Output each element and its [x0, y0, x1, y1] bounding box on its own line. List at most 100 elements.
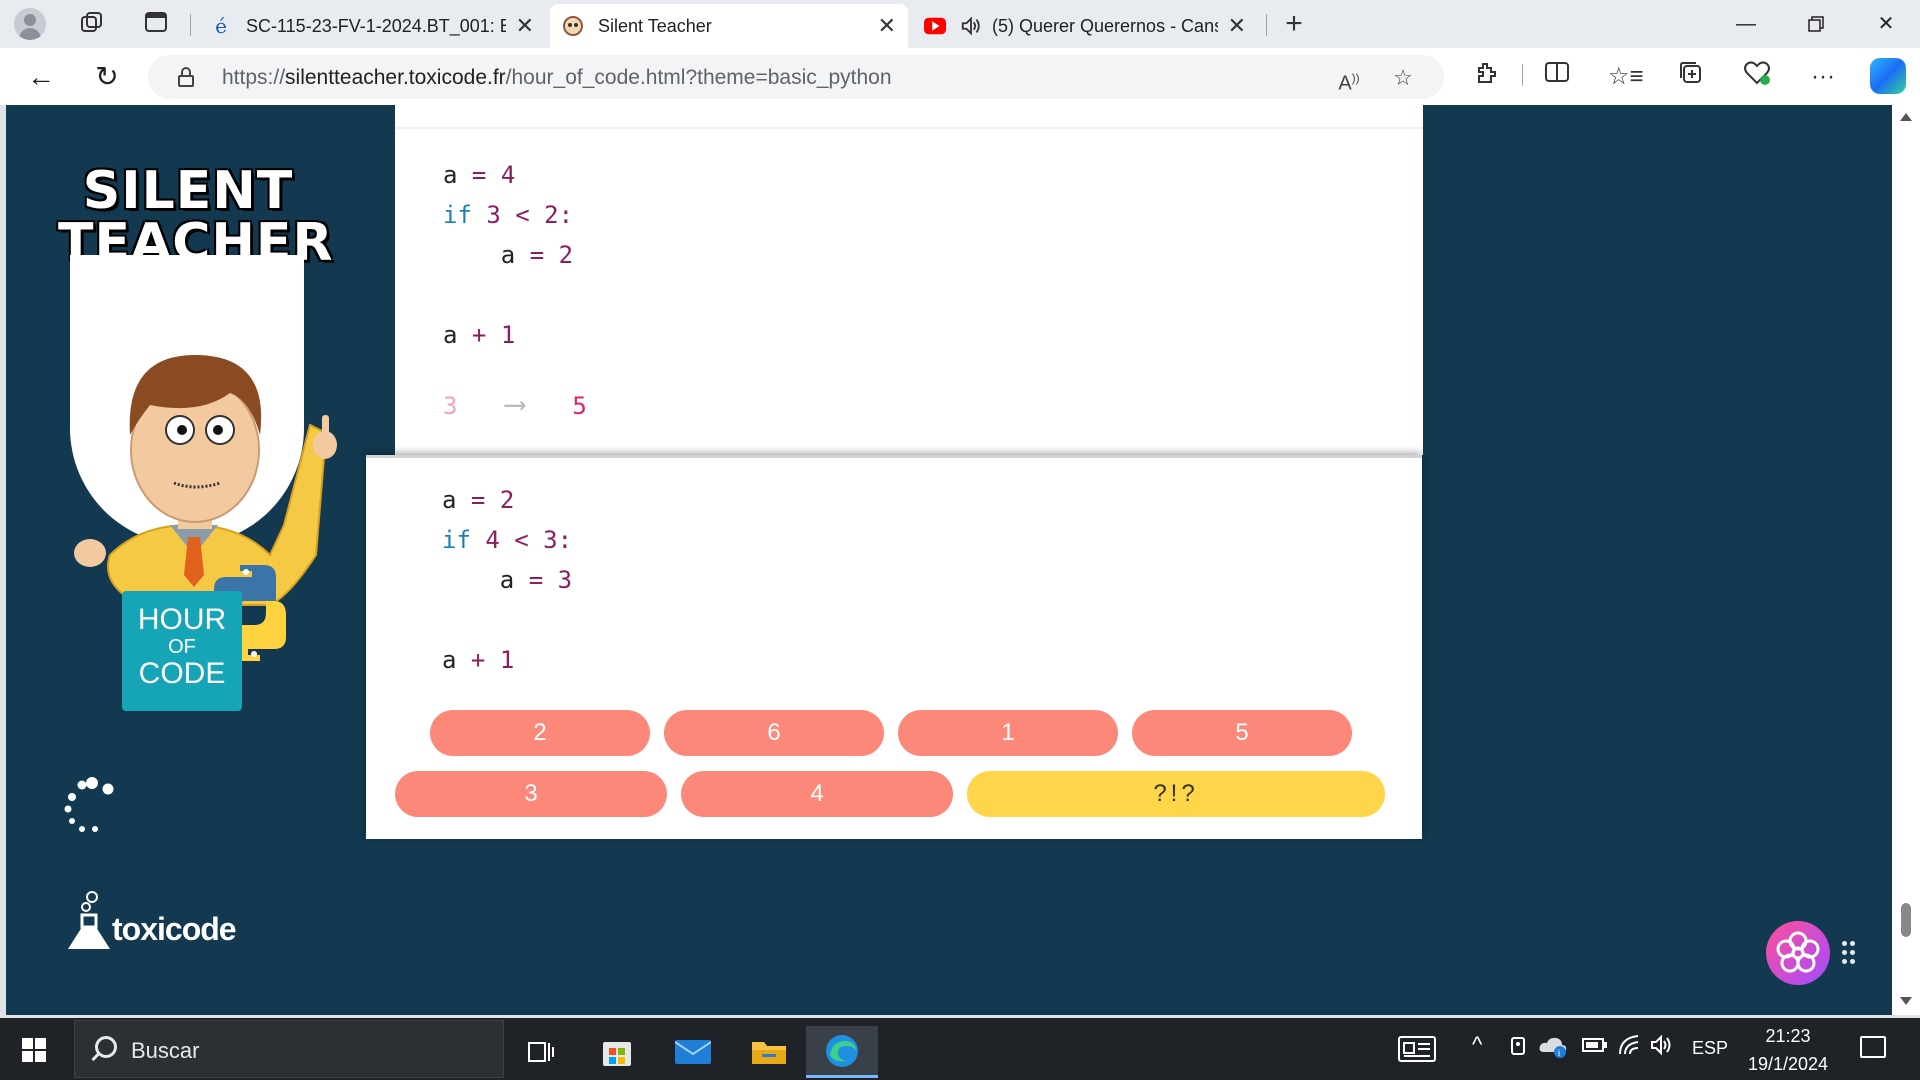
toolbar-separator — [1522, 64, 1523, 86]
taskbar-search[interactable]: Buscar — [74, 1020, 504, 1078]
code-token: 1 — [500, 321, 516, 349]
close-window-icon[interactable]: ✕ — [1856, 8, 1916, 40]
volume-icon[interactable] — [1650, 1034, 1676, 1062]
onedrive-icon[interactable]: i — [1538, 1034, 1568, 1064]
speaker-icon[interactable] — [960, 15, 982, 37]
hour-of-code-badge[interactable]: HOUR OF CODE — [122, 591, 242, 711]
new-tab-icon[interactable]: + — [1280, 9, 1308, 39]
extensions-icon[interactable] — [1470, 60, 1504, 94]
tab-silent-teacher[interactable]: Silent Teacher ✕ — [550, 4, 908, 48]
show-hidden-icons-icon[interactable]: ^ — [1472, 1032, 1482, 1058]
scroll-down-icon[interactable] — [1900, 997, 1912, 1005]
youtube-icon — [924, 15, 946, 37]
meet-now-icon[interactable] — [1508, 1034, 1530, 1064]
tab-title: (5) Querer Querernos - Cans — [992, 15, 1218, 36]
code-token: + — [457, 321, 501, 349]
restore-icon[interactable] — [1786, 8, 1846, 40]
favorite-star-icon[interactable]: ☆ — [1388, 63, 1418, 93]
lock-icon[interactable] — [178, 67, 194, 87]
profile-avatar[interactable] — [14, 8, 46, 40]
code-line: a = 2 — [443, 235, 573, 275]
tab-youtube[interactable]: (5) Querer Querernos - Cans ✕ — [912, 4, 1258, 48]
code-token: a — [442, 646, 457, 674]
refresh-icon[interactable]: ↻ — [90, 60, 124, 94]
browser-toolbar: ← ↻ https://silentteacher.toxicode.fr/ho… — [0, 48, 1920, 105]
code-token: a — [442, 566, 515, 594]
search-placeholder: Buscar — [131, 1038, 200, 1063]
answer-button-2[interactable]: 2 — [430, 710, 650, 756]
code-token: 3 — [471, 201, 501, 229]
close-tab-icon[interactable]: ✕ — [1228, 13, 1246, 39]
edge-taskbar-icon[interactable] — [806, 1026, 878, 1078]
scroll-up-icon[interactable] — [1900, 113, 1912, 121]
close-tab-icon[interactable]: ✕ — [516, 13, 534, 39]
system-clock[interactable]: 21:23 19/1/2024 — [1740, 1022, 1836, 1078]
silent-teacher-icon — [562, 15, 584, 37]
drag-handle-icon[interactable] — [1842, 941, 1856, 967]
language-indicator[interactable]: ESP — [1692, 1038, 1728, 1059]
copilot-icon[interactable] — [1870, 58, 1906, 94]
code-token: a — [442, 486, 457, 514]
collections-icon[interactable] — [1674, 60, 1708, 94]
tab-separator — [190, 14, 191, 36]
scroll-thumb[interactable] — [1901, 903, 1911, 937]
assistant-flower-icon[interactable] — [1766, 921, 1830, 985]
previous-exercise-card: a = 4 if 3 < 2: a = 2a + 1 3 ⟶ 5 — [395, 105, 1423, 455]
answer-button-4[interactable]: 4 — [681, 771, 953, 817]
back-icon[interactable]: ← — [24, 60, 58, 94]
code-token: a — [443, 321, 458, 349]
edge-legacy-icon: é — [215, 14, 227, 38]
code-token: + — [456, 646, 500, 674]
code-token: 4 — [500, 161, 516, 189]
page-scrollbar[interactable] — [1892, 105, 1920, 1015]
answer-button-3[interactable]: 3 — [395, 771, 667, 817]
code-token: 1 — [499, 646, 515, 674]
answer-button-6[interactable]: 6 — [664, 710, 884, 756]
minimize-icon[interactable]: — — [1716, 8, 1776, 40]
favorites-icon[interactable]: ☆≡ — [1608, 60, 1644, 94]
wifi-icon[interactable] — [1618, 1034, 1642, 1062]
url-text[interactable]: https://silentteacher.toxicode.fr/hour_o… — [222, 66, 892, 90]
code-line: a + 1 — [442, 640, 572, 680]
code-token: if — [443, 201, 472, 229]
tab-title: Silent Teacher — [598, 15, 712, 36]
toxicode-brand-text: toxicode — [112, 911, 237, 947]
address-bar[interactable]: https://silentteacher.toxicode.fr/hour_o… — [148, 55, 1444, 99]
task-view-icon[interactable] — [506, 1026, 576, 1078]
answer-button-1[interactable]: 1 — [898, 710, 1118, 756]
code-token: < — [499, 526, 544, 554]
more-options-icon[interactable]: ··· — [1806, 60, 1840, 94]
code-line: a = 2 — [442, 480, 572, 520]
code-line: a = 4 — [443, 155, 573, 195]
help-button[interactable]: ?!? — [967, 771, 1385, 817]
news-widget-icon[interactable] — [1398, 1036, 1436, 1068]
battery-icon[interactable] — [1582, 1034, 1608, 1062]
code-token: 2 — [544, 201, 559, 229]
file-explorer-icon[interactable] — [734, 1026, 804, 1078]
page-viewport: SILENT TEACHER HOUR OF CODE toxicode a =… — [6, 105, 1892, 1015]
browser-essentials-icon[interactable] — [1740, 60, 1774, 94]
code-token: a — [443, 241, 516, 269]
vertical-tabs-icon[interactable] — [142, 10, 170, 38]
split-screen-icon[interactable] — [1540, 60, 1574, 94]
code-token: 2 — [558, 241, 574, 269]
read-aloud-icon[interactable]: A)) — [1334, 63, 1364, 95]
correct-answer: 5 — [572, 392, 587, 420]
hoc-line1: HOUR — [137, 603, 227, 636]
answer-button-5[interactable]: 5 — [1132, 710, 1352, 756]
mail-icon[interactable] — [658, 1026, 728, 1078]
microsoft-store-icon[interactable] — [582, 1026, 652, 1078]
loading-spinner-icon — [64, 777, 114, 832]
windows-start-icon[interactable] — [22, 1038, 46, 1062]
code-token: if — [442, 526, 471, 554]
code-token: < — [500, 201, 545, 229]
workspaces-icon[interactable] — [78, 10, 106, 38]
hoc-line2: OF — [168, 636, 196, 658]
windows-taskbar: Buscar ^ i ESP 21:23 19/1/2024 — [0, 1018, 1920, 1080]
tab-sc-115[interactable]: é SC-115-23-FV-1-2024.BT_001: En ✕ — [198, 4, 546, 48]
notifications-icon[interactable] — [1860, 1036, 1886, 1058]
close-tab-icon[interactable]: ✕ — [878, 13, 896, 39]
code-line: a = 3 — [442, 560, 572, 600]
code-line: a + 1 — [443, 315, 573, 355]
